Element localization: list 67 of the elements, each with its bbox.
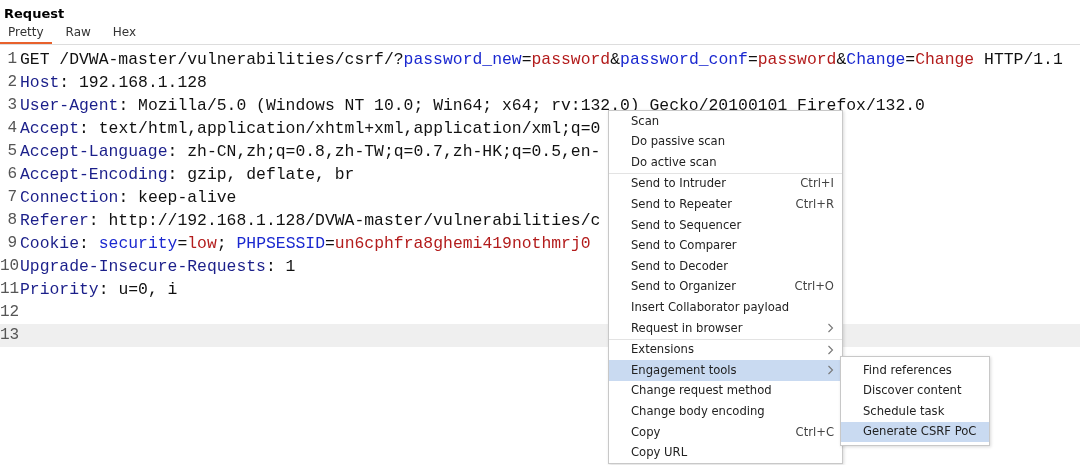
menu-item-label: Change request method [631, 382, 772, 400]
menu-item-label: Send to Repeater [631, 195, 732, 213]
line-number: 12 [0, 302, 20, 323]
menu-item-label: Copy [631, 423, 661, 441]
menu-item-label: Send to Organizer [631, 278, 736, 296]
line-number: 5 [6, 141, 18, 162]
line-number: 13 [0, 325, 20, 346]
menu-item[interactable]: Copy Ctrl+C [609, 421, 842, 443]
code-line: Priority: u=0, i [20, 279, 178, 301]
menu-item[interactable]: Insert Collaborator payload [609, 297, 842, 318]
menu-item-label: Change body encoding [631, 402, 765, 420]
shortcut-label: Ctrl+I [800, 175, 834, 193]
menu-item[interactable]: Change body encoding [609, 401, 842, 422]
menu-item-label: Copy URL [631, 444, 688, 462]
menu-item[interactable]: Copy URL [609, 442, 842, 464]
code-line: Accept-Encoding: gzip, deflate, br [20, 164, 355, 186]
code-line: Cookie: security=low; PHPSESSID=un6cphfra8ghemi419nothmrj0 [20, 233, 591, 255]
menu-item[interactable]: Discover content [841, 380, 989, 402]
menu-item[interactable]: Extensions [609, 339, 842, 361]
menu-item[interactable]: Change request method [609, 380, 842, 402]
line-number: 11 [0, 279, 20, 300]
menu-item[interactable]: Generate CSRF PoC [841, 421, 989, 443]
menu-item[interactable]: Send to Decoder [609, 256, 842, 277]
menu-item[interactable]: Send to Organizer Ctrl+O [609, 276, 842, 298]
menu-item[interactable]: Engagement tools [609, 360, 842, 381]
menu-item-label: Insert Collaborator payload [631, 298, 790, 316]
shortcut-label: Ctrl+C [795, 423, 834, 441]
shortcut-label: Ctrl+O [794, 278, 834, 296]
menu-item[interactable]: Send to Intruder Ctrl+I [609, 173, 842, 195]
code-line: Accept-Language: zh-CN,zh;q=0.8,zh-TW;q=0.7,zh-HK;q=0.5,en- [20, 141, 601, 163]
menu-item-label: Send to Comparer [631, 237, 737, 255]
code-line: Accept: text/html,application/xhtml+xml,application/xml;q=0 [20, 118, 601, 140]
menu-item[interactable]: Send to Comparer [609, 235, 842, 257]
line-number: 6 [6, 164, 18, 185]
line-number: 2 [6, 72, 18, 93]
line-number: 9 [6, 233, 18, 254]
menu-item[interactable]: Schedule task [841, 401, 989, 422]
line-number: 3 [6, 95, 18, 116]
menu-item-label: Do active scan [631, 153, 717, 171]
tab[interactable]: Pretty [0, 21, 52, 44]
menu-item-label: Send to Sequencer [631, 216, 742, 234]
menu-item-label: Send to Decoder [631, 257, 728, 275]
menu-item[interactable]: Request in browser [609, 317, 842, 339]
menu-item[interactable]: Do passive scan [609, 131, 842, 153]
menu-item[interactable]: Find references [841, 360, 989, 381]
menu-item-label: Request in browser [631, 319, 743, 337]
menu-item-label: Do passive scan [631, 133, 726, 151]
line-number: 7 [6, 187, 18, 208]
menu-item-label: Extensions [631, 341, 694, 359]
menu-item[interactable]: Send to Sequencer [609, 214, 842, 236]
menu-item-label: Engagement tools [631, 361, 737, 379]
line-number: 1 [6, 49, 18, 70]
code-line: Referer: http://192.168.1.128/DVWA-master/vulnerabilities/c [20, 210, 601, 232]
code-line: GET /DVWA-master/vulnerabilities/csrf/?password_new=password&password_conf=password&Change=Change HTTP/1.1 [20, 49, 1063, 71]
tab[interactable]: Hex [104, 21, 145, 44]
tab[interactable]: Raw [57, 21, 99, 44]
line-number: 4 [6, 118, 18, 139]
menu-item[interactable]: Send to Repeater Ctrl+R [609, 194, 842, 215]
line-number: 8 [6, 210, 18, 231]
code-line: Upgrade-Insecure-Requests: 1 [20, 256, 296, 278]
menu-item[interactable]: Do active scan [609, 152, 842, 173]
code-line: Host: 192.168.1.128 [20, 72, 207, 94]
code-line: Connection: keep-alive [20, 187, 237, 209]
menu-item-label: Send to Intruder [631, 175, 726, 193]
shortcut-label: Ctrl+R [795, 195, 834, 213]
panel-title: Request [3, 5, 66, 21]
line-number: 10 [0, 256, 20, 277]
